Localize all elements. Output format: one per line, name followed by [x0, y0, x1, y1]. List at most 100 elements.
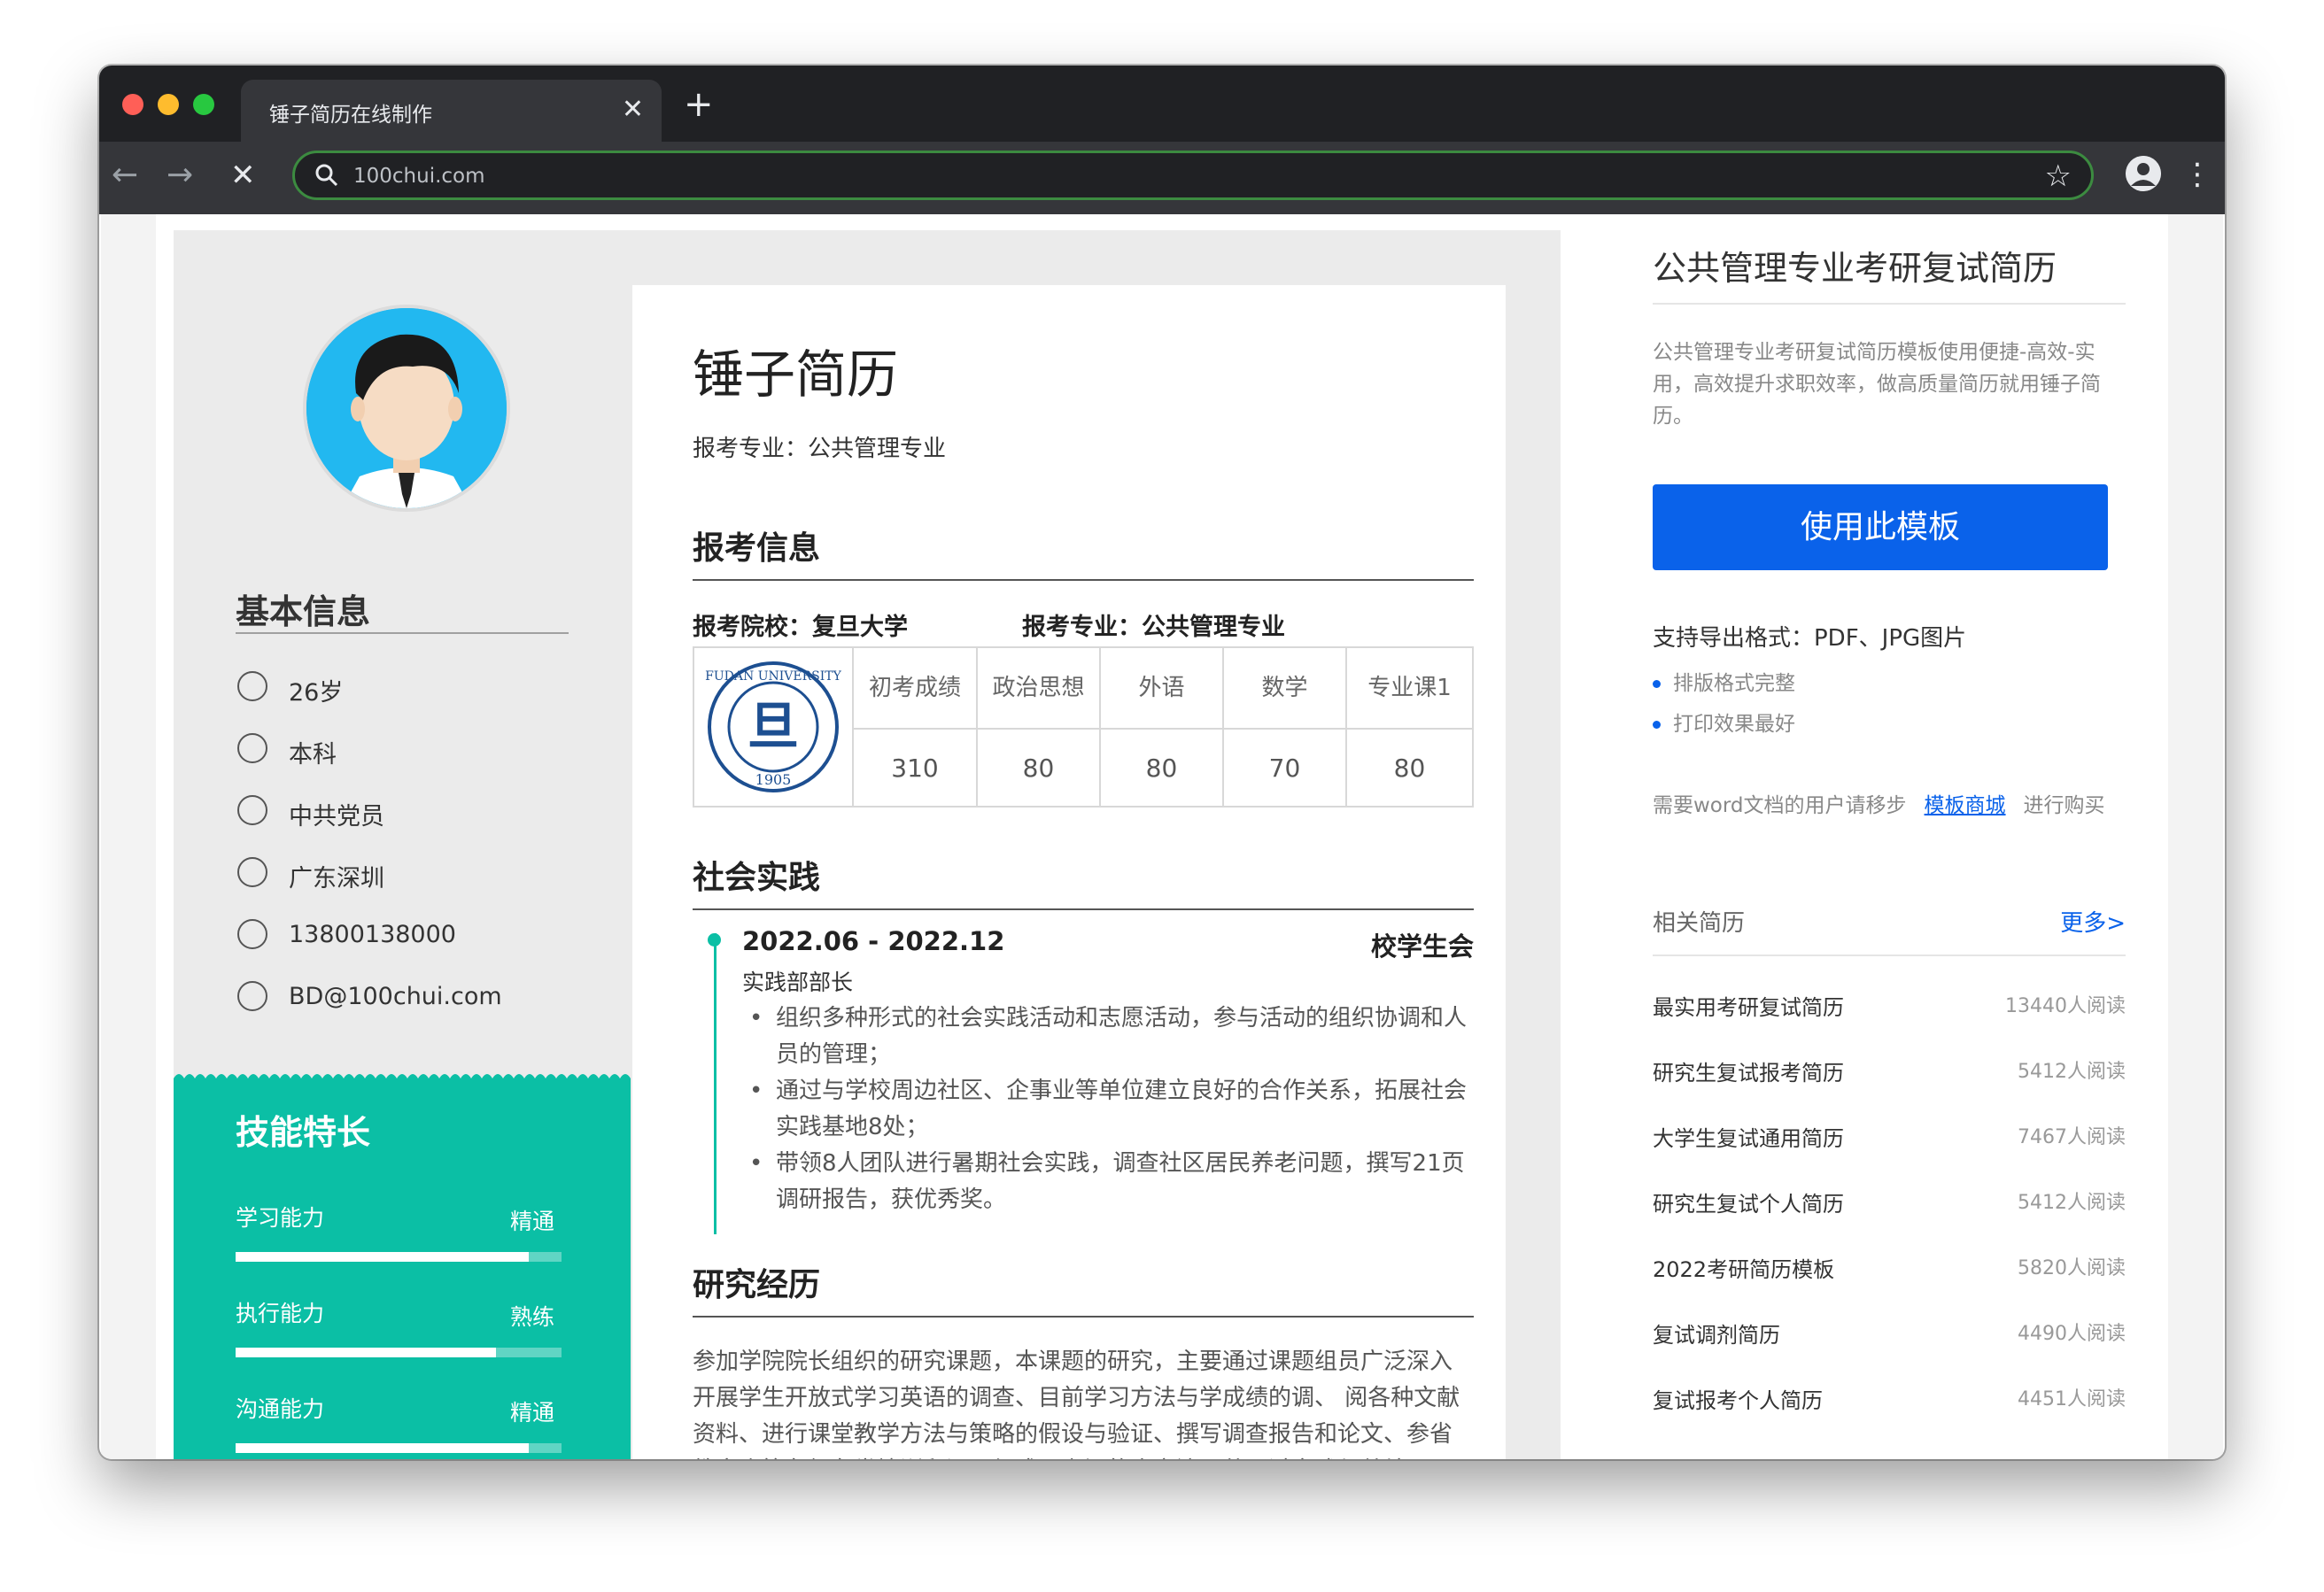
related-name[interactable]: 研究生复试报考简历	[1653, 1055, 1844, 1086]
forward-arrow-icon[interactable]: →	[167, 156, 193, 195]
related-name[interactable]: 复试调剂简历	[1653, 1318, 1780, 1349]
related-views: 5412人阅读	[2018, 1192, 2126, 1214]
location-icon	[237, 857, 267, 887]
related-item[interactable]: 2022考研简历模板 5820人阅读	[1653, 1252, 2126, 1287]
section-divider	[693, 579, 1474, 581]
export-formats: 支持导出格式：PDF、JPG图片	[1653, 625, 1967, 652]
related-title: 相关简历	[1653, 910, 1746, 937]
feature-text: 打印效果最好	[1673, 713, 1795, 736]
info-text: BD@100chui.com	[289, 983, 502, 1010]
skill-bar	[236, 1348, 562, 1357]
svg-text:FUDAN UNIVERSITY: FUDAN UNIVERSITY	[705, 669, 841, 684]
skill-bar	[236, 1252, 562, 1262]
score-header: 外语	[1099, 648, 1222, 728]
menu-dots-icon[interactable]: ⋮	[2182, 152, 2212, 197]
skill-name: 执行能力	[236, 1301, 325, 1326]
related-name[interactable]: 最实用考研复试简历	[1653, 990, 1844, 1021]
related-item[interactable]: 研究生复试报考简历 5412人阅读	[1653, 1055, 2126, 1091]
browser-toolbar: ← → ✕ 100chui.com ☆ ⋮	[99, 142, 2225, 214]
info-text: 26岁	[289, 679, 344, 707]
divider	[1653, 303, 2126, 305]
related-item[interactable]: 最实用考研复试简历 13440人阅读	[1653, 990, 2126, 1025]
minimize-window-button[interactable]	[158, 94, 179, 115]
apply-school: 报考院校：复旦大学	[693, 614, 908, 641]
template-mall-link[interactable]: 模板商城	[1925, 794, 2006, 817]
timeline-line	[714, 933, 717, 1234]
resume-preview: 基本信息 26岁 本科 中共党员 广东深圳 13800138000 BD@100…	[174, 230, 1561, 1459]
close-window-button[interactable]	[122, 94, 143, 115]
related-views: 4490人阅读	[2018, 1323, 2126, 1345]
fudan-seal-icon: 旦 FUDAN UNIVERSITY 1905	[705, 661, 842, 792]
info-text: 中共党员	[289, 803, 384, 831]
practice-role: 实践部部长	[742, 970, 854, 995]
related-views: 5412人阅读	[2018, 1061, 2126, 1083]
info-text: 13800138000	[289, 921, 456, 948]
template-info-panel: 公共管理专业考研复试简历 公共管理专业考研复试简历模板使用便捷-高效-实用，高效…	[1651, 214, 2127, 1459]
skill-bar-fill	[236, 1443, 530, 1453]
bullet-dot-icon	[1653, 721, 1661, 729]
info-text: 广东深圳	[289, 865, 384, 893]
skill-bar-fill	[236, 1348, 497, 1357]
score-value: 80	[1099, 728, 1222, 806]
resume-content: 锤子简历 报考专业：公共管理专业 报考信息 报考院校：复旦大学 报考专业：公共管…	[632, 285, 1506, 1459]
skill-level: 熟练	[510, 1304, 555, 1330]
section-title-apply: 报考信息	[693, 530, 821, 567]
related-name[interactable]: 大学生复试通用简历	[1653, 1121, 1844, 1152]
resume-major: 报考专业：公共管理专业	[693, 436, 947, 462]
email-icon	[237, 981, 267, 1011]
word-suffix: 进行购买	[2023, 794, 2105, 817]
related-views: 4451人阅读	[2018, 1388, 2126, 1410]
browser-titlebar: 锤子简历在线制作 ✕ +	[99, 66, 2225, 142]
score-value: 70	[1222, 728, 1345, 806]
avatar	[306, 308, 507, 508]
related-more-link[interactable]: 更多>	[2060, 905, 2126, 938]
skill-level: 精通	[510, 1400, 555, 1426]
template-description: 公共管理专业考研复试简历模板使用便捷-高效-实用，高效提升求职效率，做高质量简历…	[1653, 341, 2101, 428]
url-text: 100chui.com	[353, 165, 485, 188]
feature-item: 打印效果最好	[1653, 707, 1795, 737]
score-value: 80	[1345, 728, 1472, 806]
score-value: 80	[976, 728, 1099, 806]
new-tab-button[interactable]: +	[684, 85, 714, 124]
related-name[interactable]: 复试报考个人简历	[1653, 1383, 1823, 1414]
related-item[interactable]: 复试调剂简历 4490人阅读	[1653, 1318, 2126, 1353]
related-views: 7467人阅读	[2018, 1126, 2126, 1148]
bookmark-star-icon[interactable]: ☆	[2045, 158, 2072, 194]
profile-avatar-icon[interactable]	[2126, 156, 2161, 191]
divider	[1653, 954, 2126, 956]
research-text: 参加学院院长组织的研究课题，本课题的研究，主要通过课题组员广泛深入开展学生开放式…	[693, 1349, 1460, 1459]
related-item[interactable]: 研究生复试个人简历 5412人阅读	[1653, 1186, 2126, 1222]
browser-tab[interactable]: 锤子简历在线制作 ✕	[241, 80, 662, 142]
skill-level: 精通	[510, 1209, 555, 1234]
related-views: 13440人阅读	[2005, 995, 2126, 1017]
use-template-button[interactable]: 使用此模板	[1653, 484, 2108, 570]
skill-bar-fill	[236, 1252, 530, 1262]
skill-name: 学习能力	[236, 1205, 325, 1231]
skill-bar	[236, 1443, 562, 1453]
svg-text:旦: 旦	[748, 696, 799, 756]
list-item: 带领8人团队进行暑期社会实践，调查社区居民养老问题，撰写21页调研报告，获优秀奖…	[742, 1146, 1474, 1218]
feature-item: 排版格式完整	[1653, 666, 1795, 696]
related-name[interactable]: 2022考研简历模板	[1653, 1252, 1834, 1283]
practice-org: 校学生会	[1370, 931, 1474, 962]
section-title-research: 研究经历	[693, 1267, 821, 1303]
related-name[interactable]: 研究生复试个人简历	[1653, 1186, 1844, 1217]
related-item[interactable]: 大学生复试通用简历 7467人阅读	[1653, 1121, 2126, 1156]
skills-panel: 技能特长 学习能力 精通 执行能力 熟练 沟通能力 精通	[174, 1074, 631, 1459]
stop-loading-icon[interactable]: ✕	[230, 156, 256, 195]
maximize-window-button[interactable]	[193, 94, 214, 115]
address-bar[interactable]: 100chui.com ☆	[292, 151, 2094, 200]
school-logo: 旦 FUDAN UNIVERSITY 1905	[694, 648, 854, 806]
tab-close-icon[interactable]: ✕	[622, 94, 644, 126]
info-text: 本科	[289, 741, 337, 769]
word-notice: 需要word文档的用户请移步 模板商城 进行购买	[1653, 788, 2105, 818]
wave-border	[174, 1074, 631, 1087]
back-arrow-icon[interactable]: ←	[112, 156, 138, 195]
related-item[interactable]: 复试报考个人简历 4451人阅读	[1653, 1383, 2126, 1418]
score-header: 专业课1	[1345, 648, 1472, 728]
score-table: 旦 FUDAN UNIVERSITY 1905 初考成绩 政治思想 外语 数学 …	[693, 646, 1474, 808]
word-prefix: 需要word文档的用户请移步	[1653, 794, 1907, 817]
template-title: 公共管理专业考研复试简历	[1653, 249, 2057, 288]
browser-window: 锤子简历在线制作 ✕ + ← → ✕ 100chui.com ☆ ⋮ 基本信息 …	[99, 66, 2225, 1459]
party-icon	[237, 795, 267, 825]
